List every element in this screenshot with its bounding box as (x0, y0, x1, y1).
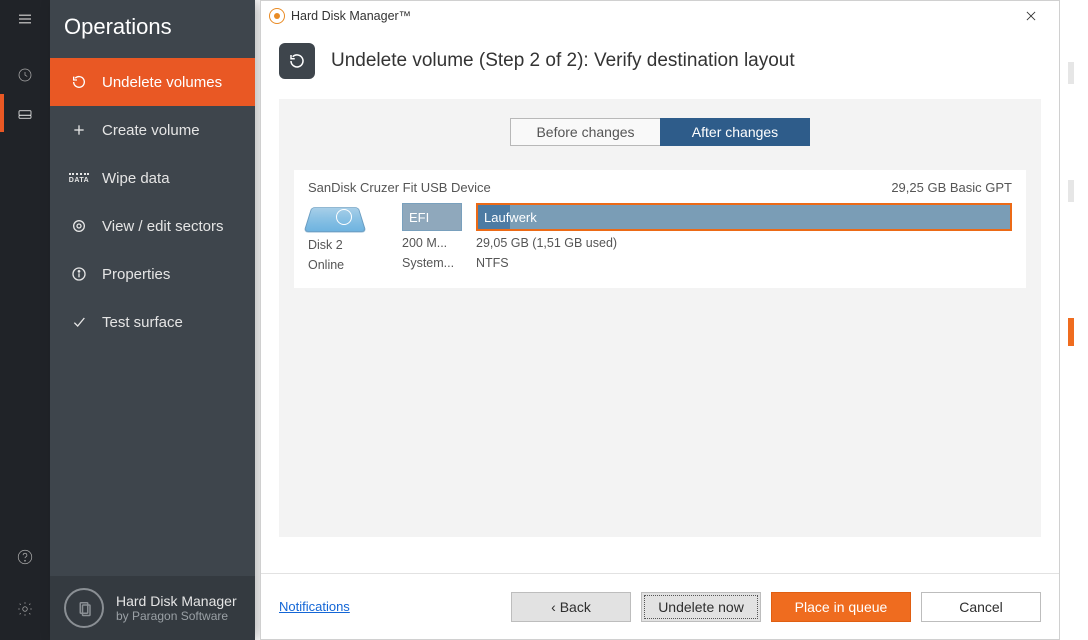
data-icon: data (70, 173, 88, 184)
tab-before-changes[interactable]: Before changes (510, 118, 660, 146)
volume-name-label: Laufwerk (484, 210, 537, 225)
undelete-icon (70, 74, 88, 90)
dialog-titlebar: Hard Disk Manager™ (261, 1, 1059, 31)
target-icon (70, 218, 88, 234)
dialog-heading: Undelete volume (Step 2 of 2): Verify de… (331, 50, 795, 72)
drive-icon[interactable] (0, 94, 50, 132)
sidebar-item-label: Create volume (102, 122, 255, 139)
undelete-now-button[interactable]: Undelete now (641, 592, 761, 622)
sidebar-item-wipe-data[interactable]: data Wipe data (50, 154, 255, 202)
check-icon (70, 314, 88, 330)
dialog-body: Before changes After changes SanDisk Cru… (279, 99, 1041, 537)
close-button[interactable] (1011, 1, 1051, 31)
undelete-header-icon (279, 43, 315, 79)
sidebar-item-view-edit-sectors[interactable]: View / edit sectors (50, 202, 255, 250)
help-icon[interactable] (0, 538, 50, 576)
back-button[interactable]: ‹ Back (511, 592, 631, 622)
sidebar-item-properties[interactable]: Properties (50, 250, 255, 298)
notifications-link[interactable]: Notifications (279, 599, 350, 614)
sidebar-item-label: Wipe data (102, 170, 255, 187)
sidebar-item-label: Undelete volumes (102, 74, 255, 91)
efi-type-label: System... (402, 255, 462, 271)
efi-size-label: 200 M... (402, 235, 462, 251)
sidebar-item-undelete-volumes[interactable]: Undelete volumes (50, 58, 255, 106)
sidebar-item-label: Properties (102, 266, 255, 283)
sidebar-item-test-surface[interactable]: Test surface (50, 298, 255, 346)
app-small-icon (269, 8, 285, 24)
disk-card: SanDisk Cruzer Fit USB Device 29,25 GB B… (294, 170, 1026, 288)
settings-icon[interactable] (0, 590, 50, 628)
disk-status-label: Online (308, 257, 388, 273)
sidebar-item-create-volume[interactable]: Create volume (50, 106, 255, 154)
sidebar-item-label: Test surface (102, 314, 255, 331)
volume-size-label: 29,05 GB (1,51 GB used) (476, 235, 1012, 251)
app-name-label: Hard Disk Manager (116, 593, 237, 610)
volume-fs-label: NTFS (476, 255, 1012, 271)
plus-icon (70, 122, 88, 138)
volume-partition[interactable]: Laufwerk (476, 203, 1012, 231)
history-icon[interactable] (0, 56, 50, 94)
disk-icon (308, 203, 362, 233)
dialog-footer: Notifications ‹ Back Undelete now Place … (261, 573, 1059, 639)
efi-partition[interactable]: EFI (402, 203, 462, 231)
icon-rail (0, 0, 50, 640)
place-in-queue-button[interactable]: Place in queue (771, 592, 911, 622)
window-title: Hard Disk Manager™ (291, 9, 411, 23)
tab-after-changes[interactable]: After changes (660, 118, 810, 146)
sidebar: Operations Undelete volumes Create volum… (50, 0, 255, 640)
app-byline-label: by Paragon Software (116, 609, 237, 623)
sidebar-footer: Hard Disk Manager by Paragon Software (50, 576, 255, 640)
disk-number-label: Disk 2 (308, 237, 388, 253)
menu-toggle-button[interactable] (0, 0, 50, 38)
app-logo-icon (64, 588, 104, 628)
undelete-volume-dialog: Hard Disk Manager™ Undelete volume (Step… (260, 0, 1060, 640)
sidebar-item-label: View / edit sectors (102, 218, 255, 235)
info-icon (70, 266, 88, 282)
cancel-button[interactable]: Cancel (921, 592, 1041, 622)
sidebar-title: Operations (50, 0, 255, 58)
device-name: SanDisk Cruzer Fit USB Device (308, 180, 491, 195)
device-size-type: 29,25 GB Basic GPT (891, 180, 1012, 195)
